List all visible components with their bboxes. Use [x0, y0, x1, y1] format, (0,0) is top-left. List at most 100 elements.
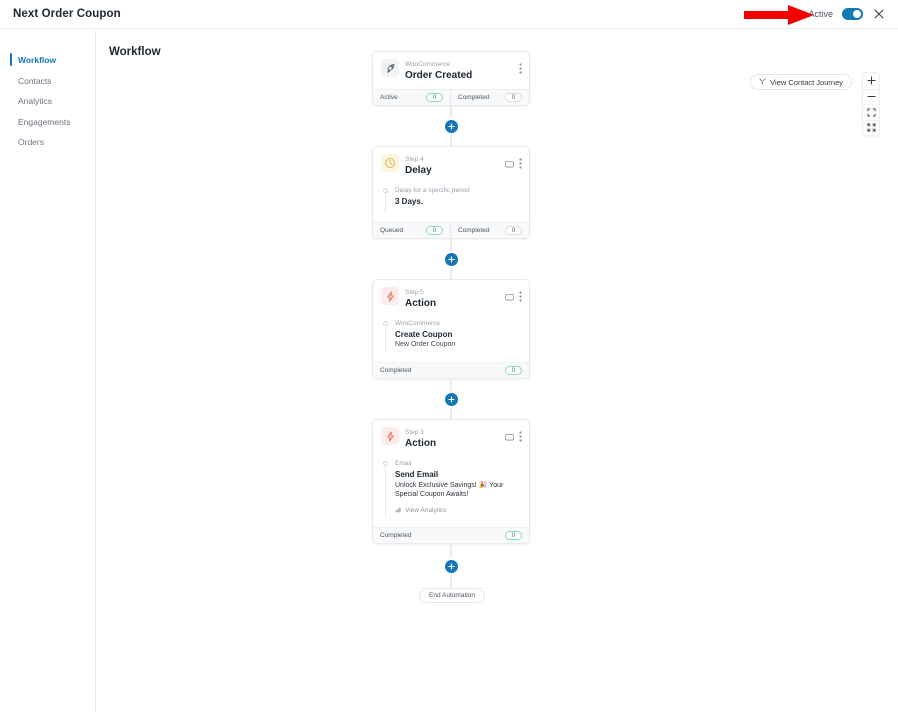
sidebar-item-label: Orders — [18, 137, 44, 148]
node-bullet — [381, 459, 389, 518]
sidebar-item-orders[interactable]: Orders — [0, 132, 95, 153]
add-step-button[interactable] — [444, 119, 458, 133]
kebab-menu-icon[interactable] — [519, 289, 522, 307]
node-heading: Step 5 Action — [405, 287, 499, 310]
top-bar-actions: Active — [808, 7, 886, 21]
bullet-dot-icon — [382, 321, 388, 326]
sidebar-nav-list: Workflow Contacts Analytics Engagements … — [0, 50, 95, 153]
sidebar-item-label: Workflow — [18, 55, 57, 66]
node-header: Step 5 Action — [373, 280, 529, 317]
node-header: WooCommerce Order Created — [373, 52, 529, 89]
workflow-node-action-create-coupon[interactable]: Step 5 Action WooCommerce Create Coupon … — [372, 279, 530, 379]
connector-add-step-4 — [372, 544, 530, 588]
bar-chart-icon — [395, 506, 402, 515]
node-body-extra: New Order Coupon — [395, 341, 456, 348]
bolt-icon — [381, 287, 399, 305]
top-bar: Next Order Coupon Active — [0, 0, 898, 29]
node-footer-count: 0 — [505, 531, 522, 540]
node-step-label: Step 4 — [405, 156, 424, 163]
kebab-menu-icon[interactable] — [519, 156, 522, 174]
node-heading: WooCommerce Order Created — [405, 59, 513, 82]
end-automation-node[interactable]: End Automation — [419, 588, 485, 603]
node-body-subtitle: WooCommerce — [395, 320, 441, 327]
node-footer-count: 0 — [426, 93, 443, 102]
close-icon[interactable] — [872, 7, 886, 21]
node-footer-queued: Queued 0 — [373, 223, 451, 238]
comment-icon[interactable] — [505, 156, 514, 174]
node-footer-count: 0 — [505, 93, 522, 102]
node-body-text: Delay for a specific period 3 Days. — [395, 186, 521, 213]
kebab-menu-icon[interactable] — [519, 429, 522, 447]
node-footer-completed: Completed 0 — [451, 223, 529, 238]
zoom-controls — [862, 72, 880, 136]
fit-view-button[interactable] — [862, 104, 880, 120]
workflow-flow: WooCommerce Order Created Active 0 Compl… — [372, 51, 532, 603]
workflow-canvas[interactable]: Workflow View Contact Journey WooCommerc… — [97, 30, 898, 712]
view-analytics-link[interactable]: View Analytics — [395, 506, 521, 515]
node-header-actions — [505, 154, 522, 174]
node-title: Action — [405, 298, 437, 309]
node-footer-label: Active — [380, 94, 398, 101]
zoom-in-button[interactable] — [862, 73, 880, 89]
workflow-node-action-send-email[interactable]: Step 3 Action Email Send Email Unlock Ex… — [372, 419, 530, 544]
bullet-line — [384, 194, 386, 213]
node-body: Email Send Email Unlock Exclusive Saving… — [373, 457, 529, 527]
node-footer-completed: Completed 0 — [373, 528, 529, 543]
bullet-dot-icon — [382, 188, 388, 193]
node-heading: Step 3 Action — [405, 427, 499, 450]
funnel-branch-icon — [759, 77, 766, 87]
node-footer-label: Queued — [380, 227, 404, 234]
node-header-actions — [505, 287, 522, 307]
node-body-subtitle: Email — [395, 460, 412, 467]
bullet-line — [384, 327, 386, 353]
node-footer: Completed 0 — [373, 527, 529, 543]
node-title: Order Created — [405, 70, 473, 81]
zoom-out-button[interactable] — [862, 88, 880, 105]
node-footer-active: Active 0 — [373, 90, 451, 105]
node-step-label: Step 5 — [405, 289, 424, 296]
add-step-button[interactable] — [444, 392, 458, 406]
node-step-label: Step 3 — [405, 429, 424, 436]
clock-icon — [381, 154, 399, 172]
add-step-button[interactable] — [444, 559, 458, 573]
active-toggle[interactable] — [842, 8, 863, 20]
sidebar-item-label: Analytics — [18, 96, 53, 107]
connector-add-step-3 — [372, 379, 530, 419]
node-body-main: Create Coupon — [395, 330, 453, 339]
sidebar-item-contacts[interactable]: Contacts — [0, 71, 95, 92]
node-title: Delay — [405, 165, 432, 176]
node-header-actions — [505, 427, 522, 447]
node-body: WooCommerce Create Coupon New Order Coup… — [373, 317, 529, 362]
view-contact-journey-button[interactable]: View Contact Journey — [750, 74, 852, 90]
node-bullet — [381, 186, 389, 213]
full-screen-button[interactable] — [862, 119, 880, 136]
workflow-node-delay[interactable]: Step 4 Delay Delay for a specific period… — [372, 146, 530, 239]
node-step-label: WooCommerce — [405, 61, 451, 68]
view-analytics-label: View Analytics — [405, 506, 447, 514]
node-body-text: WooCommerce Create Coupon New Order Coup… — [395, 319, 521, 353]
view-contact-journey-label: View Contact Journey — [770, 77, 843, 87]
node-footer-completed: Completed 0 — [373, 363, 529, 378]
node-footer: Queued 0 Completed 0 — [373, 222, 529, 238]
comment-icon[interactable] — [505, 289, 514, 307]
node-body-subtitle: Delay for a specific period — [395, 187, 470, 194]
node-body-description: Unlock Exclusive Savings! 🎉 Your Special… — [395, 481, 504, 499]
node-footer-label: Completed — [458, 94, 490, 101]
comment-icon[interactable] — [505, 429, 514, 447]
node-header: Step 3 Action — [373, 420, 529, 457]
kebab-menu-icon[interactable] — [519, 61, 522, 79]
workflow-node-trigger[interactable]: WooCommerce Order Created Active 0 Compl… — [372, 51, 530, 106]
sidebar-item-engagements[interactable]: Engagements — [0, 112, 95, 133]
add-step-button[interactable] — [444, 252, 458, 266]
node-footer-label: Completed — [458, 227, 490, 234]
node-bullet — [381, 319, 389, 353]
sidebar-item-workflow[interactable]: Workflow — [0, 50, 95, 71]
connector-add-step-2 — [372, 239, 530, 279]
sidebar-item-analytics[interactable]: Analytics — [0, 91, 95, 112]
sidebar-item-label: Contacts — [18, 75, 52, 86]
page-title: Workflow — [109, 46, 161, 58]
node-title: Action — [405, 438, 437, 449]
sidebar-item-label: Engagements — [18, 116, 71, 127]
node-footer: Completed 0 — [373, 362, 529, 378]
node-body: Delay for a specific period 3 Days. — [373, 184, 529, 222]
